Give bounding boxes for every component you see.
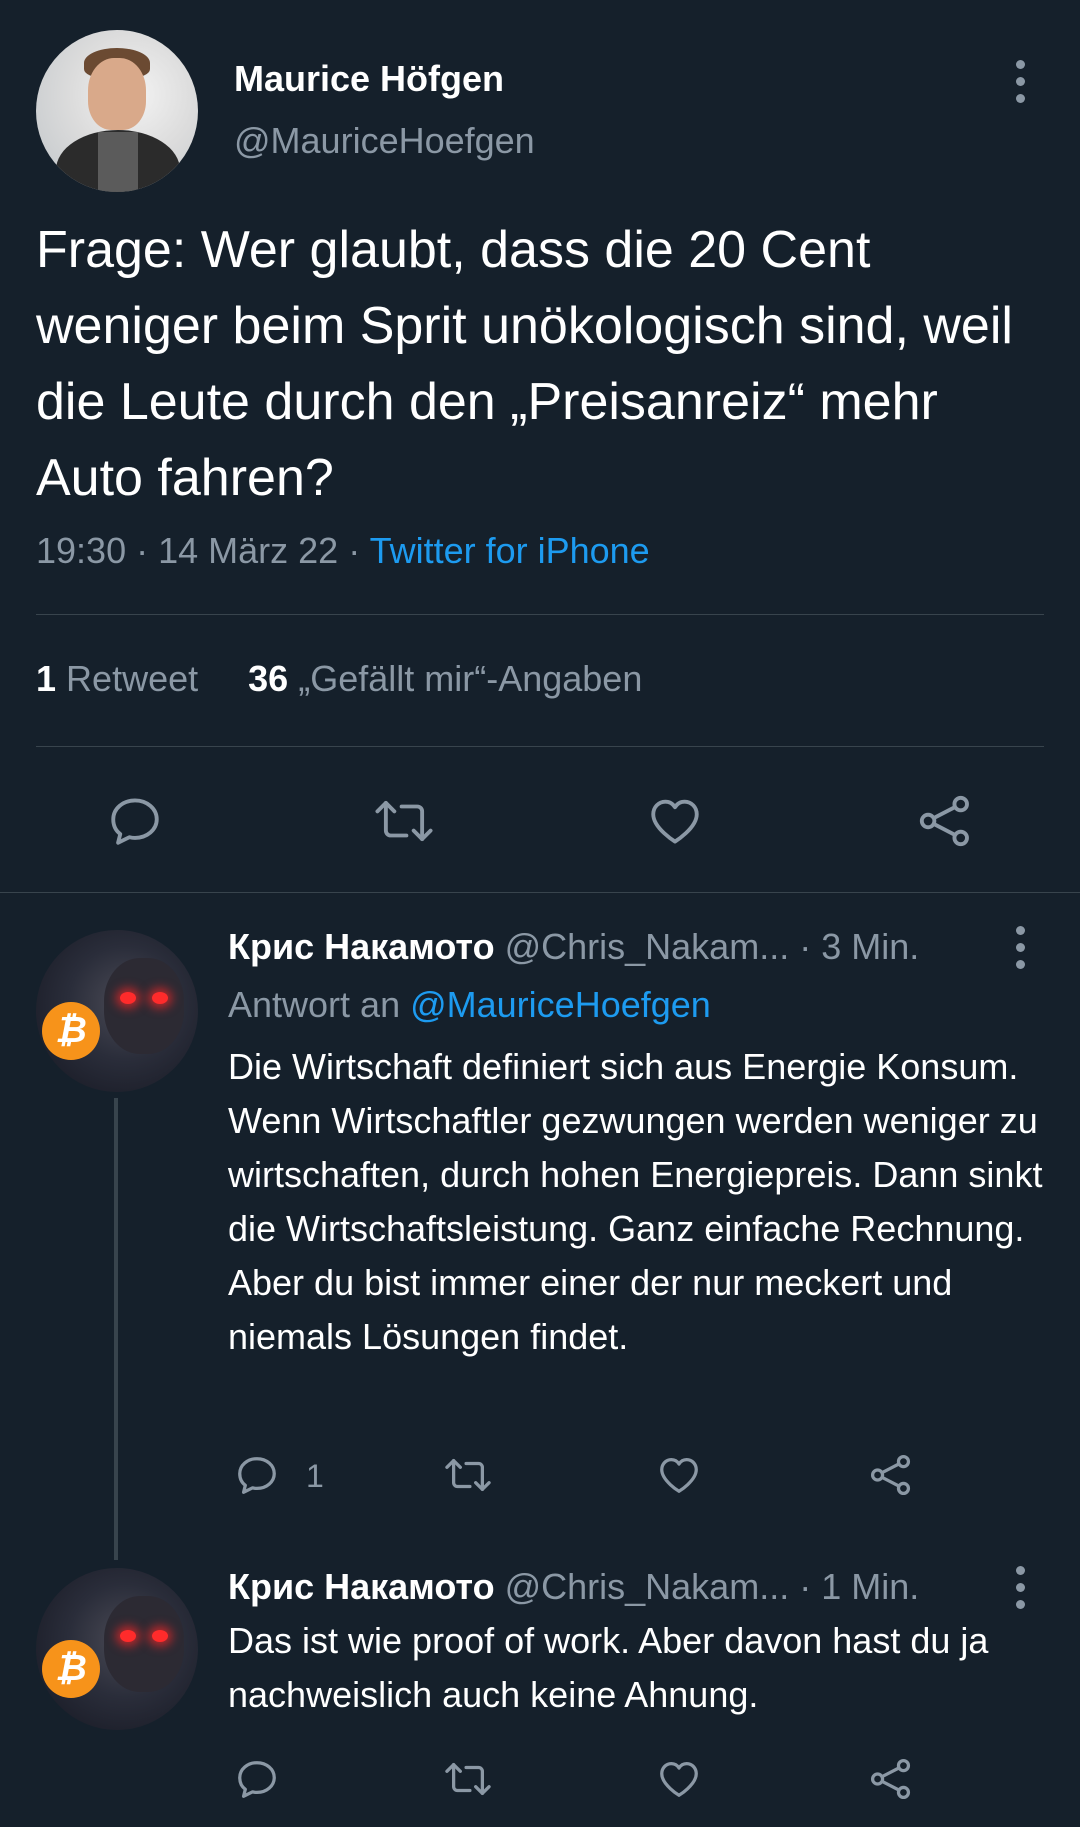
like-icon [660, 1458, 698, 1493]
reply-count: 1 [306, 1458, 324, 1494]
share-icon [870, 1454, 911, 1496]
like-label[interactable]: „Gefällt mir“-Angaben [298, 658, 642, 699]
reply-button[interactable] [106, 792, 164, 850]
author-name[interactable]: Maurice Höfgen [234, 58, 504, 100]
share-button[interactable] [916, 792, 974, 850]
avatar-figure [104, 958, 184, 1054]
reply-author-handle[interactable]: @Chris_Nakam... [505, 926, 790, 967]
more-options-icon[interactable] [1016, 60, 1026, 111]
avatar-eye [152, 1630, 168, 1642]
reply-author-handle[interactable]: @Chris_Nakam... [505, 1566, 790, 1607]
reply-more-options-icon[interactable] [1016, 1566, 1026, 1617]
retweet-button[interactable] [442, 1452, 494, 1498]
retweet-button[interactable] [442, 1756, 494, 1802]
reply-author-name[interactable]: Крис Накамото [228, 926, 495, 967]
tweet-time: 19:30 [36, 530, 127, 571]
divider [36, 746, 1044, 747]
reply-icon [238, 1761, 276, 1798]
avatar-face [88, 58, 146, 130]
avatar-figure [104, 1596, 184, 1692]
like-button[interactable] [656, 1452, 702, 1498]
reply-icon [111, 798, 159, 845]
retweet-count[interactable]: 1 [36, 658, 56, 699]
author-avatar[interactable] [36, 30, 198, 192]
like-button[interactable] [656, 1756, 702, 1802]
reply-time: · 1 Min. [799, 1566, 920, 1607]
avatar-shirt [98, 132, 138, 192]
retweet-label[interactable]: Retweet [66, 658, 198, 699]
reply-author-name[interactable]: Крис Накамото [228, 1566, 495, 1607]
thread-line [114, 1098, 118, 1560]
meta-separator: · [348, 530, 370, 571]
reply-button[interactable] [234, 1452, 280, 1498]
share-button[interactable] [868, 1756, 914, 1802]
bitcoin-icon: ₿ [42, 1640, 100, 1698]
divider [0, 892, 1080, 893]
tweet-meta: 19:30 · 14 März 22 · Twitter for iPhone [36, 530, 650, 572]
tweet-source-link[interactable]: Twitter for iPhone [370, 530, 650, 571]
share-icon [870, 1758, 911, 1800]
reply-avatar[interactable]: ₿ [36, 930, 198, 1092]
author-handle[interactable]: @MauriceHoefgen [234, 120, 535, 162]
replying-to: Antwort an @MauriceHoefgen [228, 984, 711, 1026]
reply-header: Крис Накамото @Chris_Nakam... · 3 Min. [228, 926, 919, 968]
avatar-eye [120, 1630, 136, 1642]
like-count[interactable]: 36 [248, 658, 288, 699]
avatar-eye [120, 992, 136, 1004]
replying-label: Antwort an [228, 984, 401, 1025]
share-button[interactable] [868, 1452, 914, 1498]
reply-time: · 3 Min. [799, 926, 920, 967]
reply-avatar[interactable]: ₿ [36, 1568, 198, 1730]
tweet-stats: 1 Retweet 36 „Gefällt mir“-Angaben [36, 658, 642, 700]
like-icon [651, 799, 699, 844]
retweet-icon [445, 1458, 491, 1492]
retweet-icon [375, 800, 433, 842]
reply-icon [238, 1457, 276, 1494]
divider [36, 614, 1044, 615]
bitcoin-icon: ₿ [42, 1002, 100, 1060]
tweet-text: Frage: Wer glaubt, dass die 20 Cent weni… [36, 221, 1013, 507]
reply-text: Das ist wie proof of work. Aber davon ha… [228, 1620, 989, 1715]
reply-text: Die Wirtschaft definiert sich aus Energi… [228, 1046, 1043, 1357]
replying-to-handle[interactable]: @MauriceHoefgen [410, 984, 711, 1025]
retweet-button[interactable] [372, 792, 436, 850]
reply-button[interactable] [234, 1756, 280, 1802]
reply-header: Крис Накамото @Chris_Nakam... · 1 Min. [228, 1566, 919, 1608]
share-icon [919, 795, 969, 847]
avatar-eye [152, 992, 168, 1004]
like-button[interactable] [646, 792, 704, 850]
reply-more-options-icon[interactable] [1016, 926, 1026, 977]
like-icon [660, 1762, 698, 1797]
tweet-date: 14 März 22 [158, 530, 339, 571]
meta-separator: · [136, 530, 159, 571]
retweet-icon [445, 1762, 491, 1796]
